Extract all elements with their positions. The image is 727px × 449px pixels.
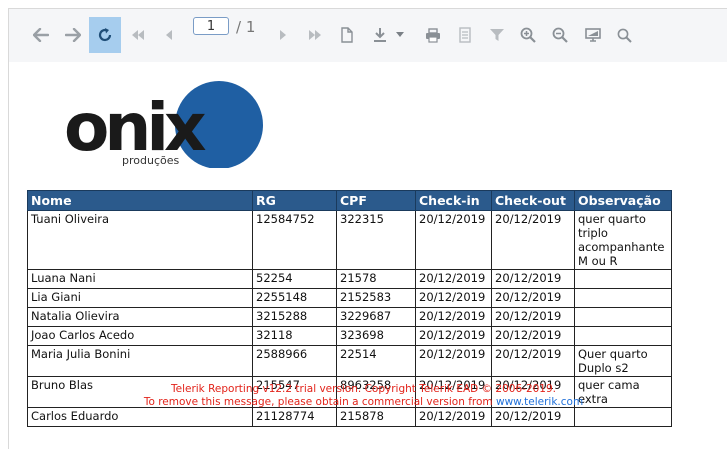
cell-check-in: 20/12/2019 [415,345,492,377]
table-row: Natalia Olievira 3215288 3229687 20/12/2… [27,307,672,327]
cell-check-out: 20/12/2019 [491,210,575,270]
cell-nome: Carlos Eduardo [27,407,253,427]
cell-cpf: 22514 [336,345,416,377]
cell-check-out: 20/12/2019 [491,269,575,289]
table-row: Joao Carlos Acedo 32118 323698 20/12/201… [27,326,672,346]
cell-cpf: 215878 [336,407,416,427]
trial-notice-line-1: Telerik Reporting v12.2 trial version. C… [170,383,556,395]
back-button[interactable] [30,17,52,53]
export-button[interactable] [368,17,392,53]
export-dropdown-button[interactable] [393,17,407,53]
document-map-icon [341,27,353,43]
cell-nome: Joao Carlos Acedo [27,326,253,346]
toggle-view-button[interactable] [582,17,604,53]
search-button[interactable] [614,17,634,53]
table-row: Luana Nani 52254 21578 20/12/2019 20/12/… [27,269,672,289]
cell-rg: 2255148 [252,288,337,308]
cell-rg: 32118 [252,326,337,346]
cell-cpf: 3229687 [336,307,416,327]
zoom-in-icon [520,27,536,43]
column-header-observacao: Observação [574,190,672,211]
table-row: Maria Julia Bonini 2588966 22514 20/12/2… [27,345,672,377]
refresh-button[interactable] [89,17,121,53]
next-page-button[interactable] [275,17,291,53]
cell-observacao [574,307,672,327]
cell-nome: Lia Giani [27,288,253,308]
last-page-button[interactable] [305,17,325,53]
column-header-nome: Nome [27,190,253,211]
cell-rg: 52254 [252,269,337,289]
cell-check-in: 20/12/2019 [415,307,492,327]
print-preview-button[interactable] [455,17,475,53]
back-icon [33,28,49,42]
column-header-check-out: Check-out [491,190,575,211]
cell-observacao: Quer quarto Duplo s2 [574,345,672,377]
cell-cpf: 21578 [336,269,416,289]
previous-page-button[interactable] [161,17,177,53]
cell-nome: Natalia Olievira [27,307,253,327]
cell-check-out: 20/12/2019 [491,326,575,346]
cell-rg: 12584752 [252,210,337,270]
parameters-filter-icon [490,28,504,42]
cell-observacao [574,288,672,308]
first-page-button[interactable] [128,17,148,53]
column-header-rg: RG [252,190,337,211]
document-map-button[interactable] [337,17,357,53]
column-header-cpf: CPF [336,190,416,211]
table-header-row: Nome RG CPF Check-in Check-out Observaçã… [27,190,672,211]
cell-check-in: 20/12/2019 [415,210,492,270]
trial-notice-line-2: To remove this message, please obtain a … [0,396,727,408]
cell-cpf: 2152583 [336,288,416,308]
print-icon [425,27,441,43]
cell-observacao [574,407,672,427]
cell-rg: 3215288 [252,307,337,327]
print-button[interactable] [422,17,444,53]
forward-icon [65,28,81,42]
export-icon [372,27,388,43]
zoom-out-button[interactable] [550,17,570,53]
cell-nome: Luana Nani [27,269,253,289]
page-total-label: / 1 [236,18,256,36]
cell-check-out: 20/12/2019 [491,307,575,327]
telerik-link[interactable]: www.telerik.com [496,396,583,408]
first-page-icon [131,30,145,40]
logo-subtext: produções [122,154,179,167]
previous-page-icon [165,30,173,40]
cell-observacao [574,326,672,346]
table-row: Lia Giani 2255148 2152583 20/12/2019 20/… [27,288,672,308]
cell-check-out: 20/12/2019 [491,407,575,427]
cell-check-in: 20/12/2019 [415,407,492,427]
cell-check-out: 20/12/2019 [491,345,575,377]
cell-nome: Maria Julia Bonini [27,345,253,377]
search-icon [617,28,632,43]
cell-check-in: 20/12/2019 [415,326,492,346]
table-row: Tuani Oliveira 12584752 322315 20/12/201… [27,210,672,270]
print-preview-icon [459,27,471,43]
zoom-in-button[interactable] [518,17,538,53]
next-page-icon [279,30,287,40]
cell-check-in: 20/12/2019 [415,269,492,289]
cell-rg: 21128774 [252,407,337,427]
cell-observacao: quer quarto triplo acompanhante M ou R [574,210,672,270]
cell-check-out: 20/12/2019 [491,288,575,308]
page-number-input[interactable] [193,17,229,35]
zoom-out-icon [552,27,568,43]
export-dropdown-icon [396,32,404,38]
refresh-icon [97,27,113,43]
parameters-button[interactable] [487,17,507,53]
last-page-icon [308,30,322,40]
cell-cpf: 323698 [336,326,416,346]
table-row: Carlos Eduardo 21128774 215878 20/12/201… [27,407,672,427]
trial-notice-text: To remove this message, please obtain a … [143,396,496,408]
toggle-view-icon [585,28,601,42]
onix-logo: onix produções [64,78,266,172]
column-header-check-in: Check-in [415,190,492,211]
cell-nome: Tuani Oliveira [27,210,253,270]
cell-observacao [574,269,672,289]
cell-check-in: 20/12/2019 [415,288,492,308]
cell-cpf: 322315 [336,210,416,270]
forward-button[interactable] [62,17,84,53]
cell-rg: 2588966 [252,345,337,377]
